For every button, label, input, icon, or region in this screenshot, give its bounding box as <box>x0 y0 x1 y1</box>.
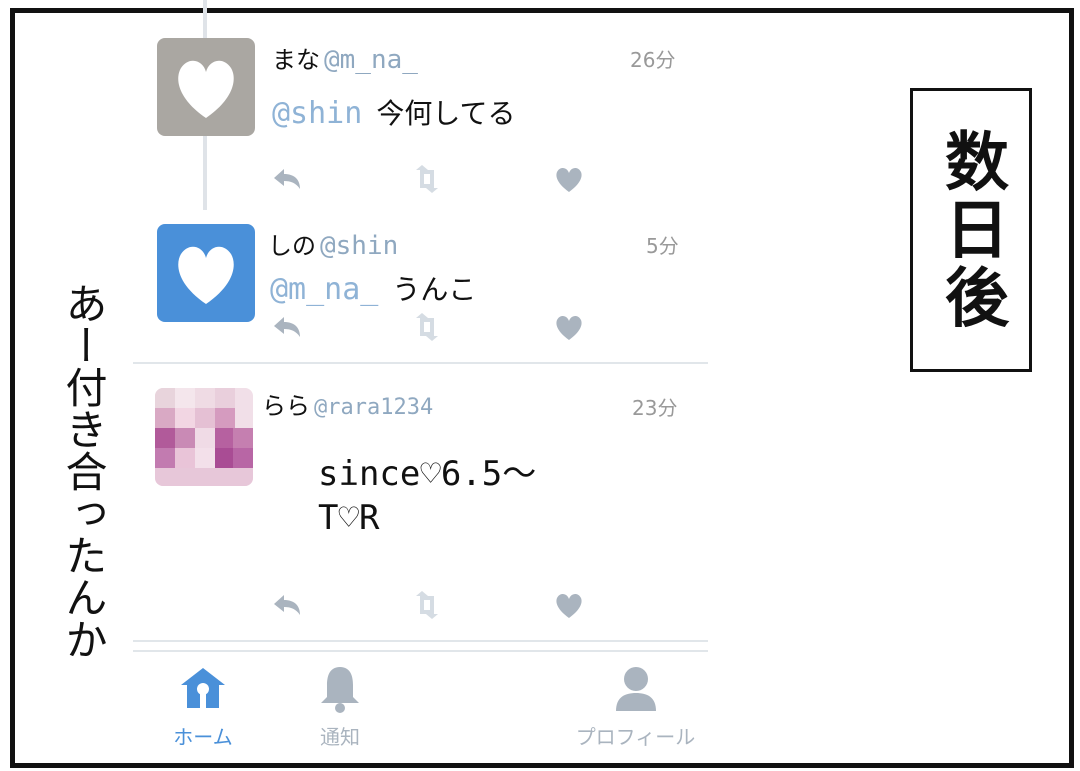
tweet-author[interactable]: しの @shin <box>268 226 398 261</box>
tweet-text: @m_na_ うんこ <box>270 272 477 307</box>
tweet-handle[interactable]: @rara1234 <box>314 395 433 420</box>
tweet-divider <box>133 362 708 364</box>
mention-link[interactable]: @m_na_ <box>270 272 378 307</box>
tweet-actions <box>270 162 590 196</box>
retweet-icon[interactable] <box>410 588 444 622</box>
tab-label: 通知 <box>320 725 360 749</box>
home-icon <box>181 668 225 708</box>
tweet-time: 26分 <box>630 48 676 72</box>
reply-icon[interactable] <box>270 588 304 622</box>
avatar-rara[interactable] <box>155 388 253 486</box>
reply-icon[interactable] <box>270 162 304 196</box>
tweet-actions <box>270 310 590 344</box>
tab-label: プロフィール <box>575 725 696 749</box>
tab-profile[interactable]: プロフィール <box>568 663 703 750</box>
narration-text: あー付き合ったんか <box>59 282 108 660</box>
bell-icon <box>321 667 359 713</box>
caption-box: 数日後 <box>910 88 1032 372</box>
tab-notifications[interactable]: 通知 <box>305 663 375 750</box>
avatar-mana[interactable] <box>157 38 255 136</box>
like-icon[interactable] <box>552 310 586 344</box>
mention-link[interactable]: @shin <box>272 96 362 131</box>
tabbar-divider <box>133 650 708 652</box>
tweet-text: @shin 今何してる <box>272 96 516 131</box>
retweet-icon[interactable] <box>410 310 444 344</box>
tweet-time: 23分 <box>632 396 678 420</box>
tweet-author[interactable]: らら @rara1234 <box>262 386 433 421</box>
tweet-handle[interactable]: @m_na_ <box>324 45 418 75</box>
caption-text: 数日後 <box>934 128 1008 332</box>
tab-bar: ホーム 通知 プロフィール <box>133 655 708 750</box>
tweet-text-line1: since♡6.5～ <box>318 454 537 494</box>
tweet-time: 5分 <box>646 234 679 258</box>
tweet-actions <box>270 588 590 622</box>
reply-icon[interactable] <box>270 310 304 344</box>
like-icon[interactable] <box>552 588 586 622</box>
tweet-text-line2: T♡R <box>318 498 380 538</box>
retweet-icon[interactable] <box>410 162 444 196</box>
profile-icon <box>615 667 656 711</box>
tweet-handle[interactable]: @shin <box>320 231 398 261</box>
tweet-author[interactable]: まな @m_na_ <box>272 40 418 75</box>
tweet-divider <box>133 640 708 642</box>
tab-home[interactable]: ホーム <box>163 663 243 750</box>
avatar-shino[interactable] <box>157 224 255 322</box>
tab-label: ホーム <box>173 725 233 749</box>
like-icon[interactable] <box>552 162 586 196</box>
